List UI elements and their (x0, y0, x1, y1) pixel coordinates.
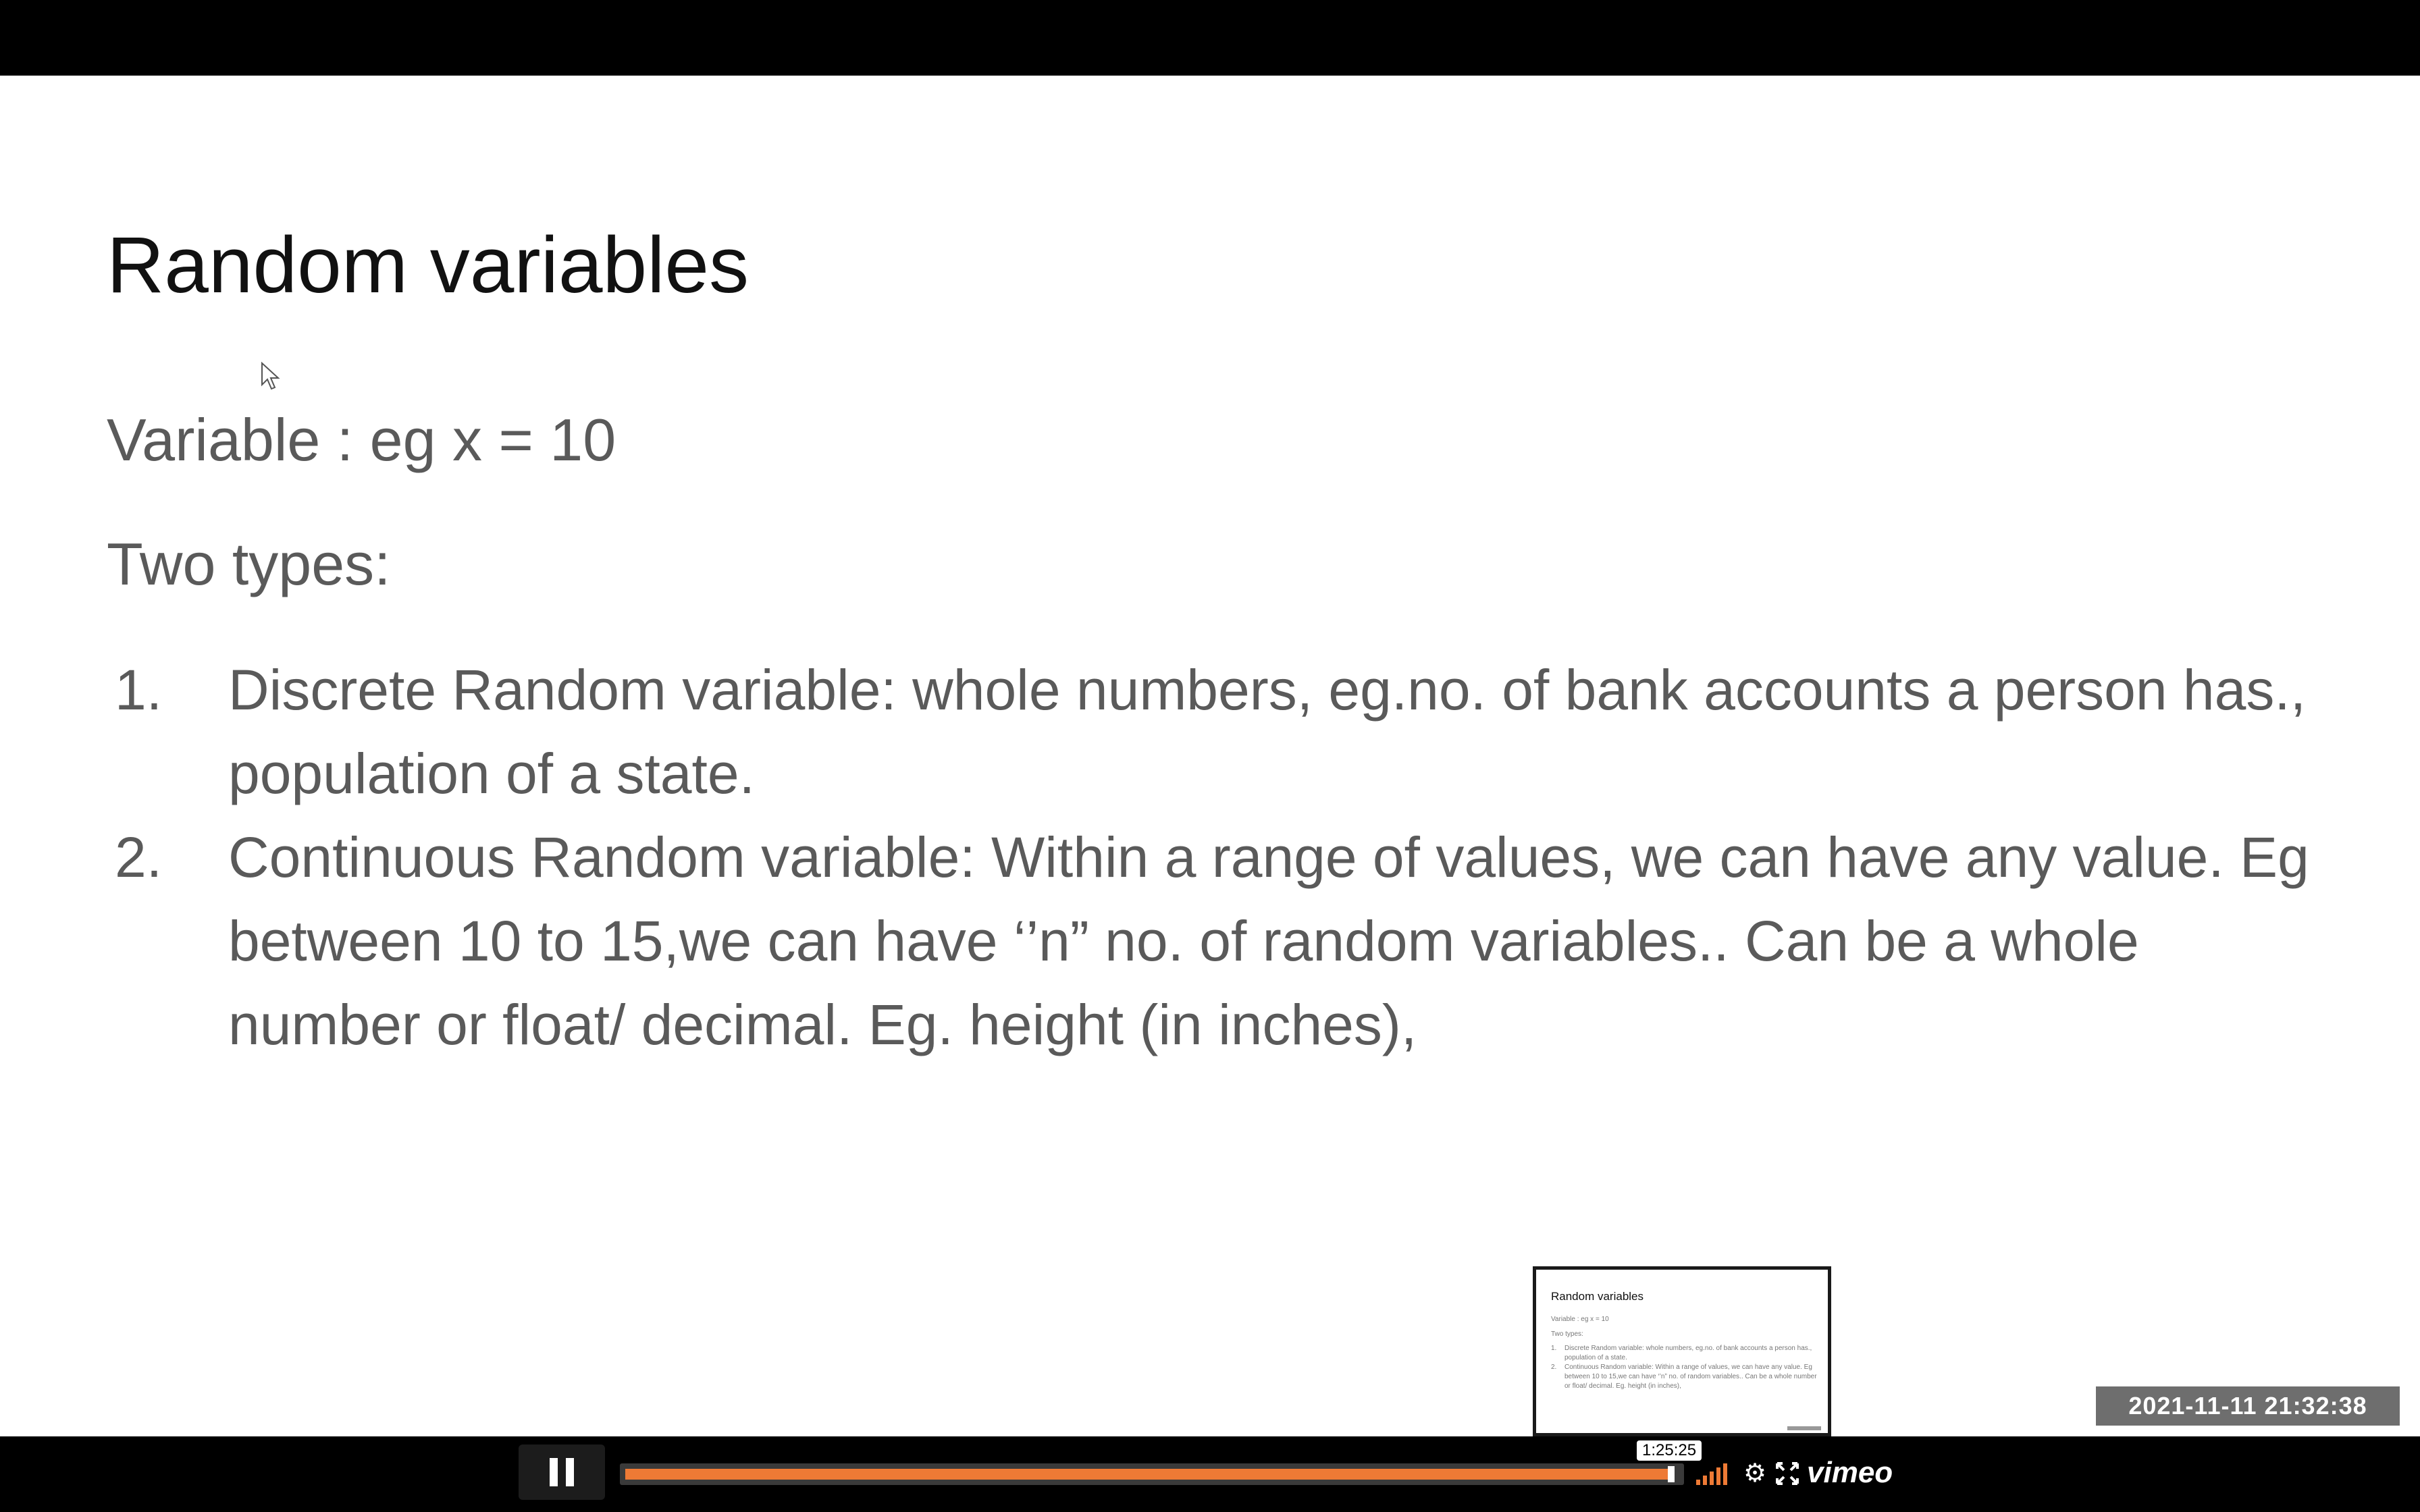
thumbnail-variable-line: Variable : eg x = 10 (1551, 1316, 1609, 1323)
gear-icon[interactable]: ⚙ (1742, 1461, 1768, 1486)
mouse-cursor-icon (261, 362, 280, 390)
thumbnail-list-item: 2. Continuous Random variable: Within a … (1551, 1363, 1821, 1391)
thumbnail-list-item: 1. Discrete Random variable: whole numbe… (1551, 1344, 1821, 1363)
slide-canvas: Random variables Variable : eg x = 10 Tw… (0, 76, 2420, 1436)
volume-icon[interactable] (1696, 1462, 1730, 1485)
thumbnail-list-text: Discrete Random variable: whole numbers,… (1564, 1345, 1812, 1361)
progress-fill (625, 1469, 1672, 1480)
fullscreen-icon[interactable] (1774, 1461, 1800, 1486)
vimeo-logo[interactable]: vimeo (1807, 1455, 1893, 1490)
types-list: 1. Discrete Random variable: whole numbe… (107, 648, 2335, 1066)
progress-handle[interactable] (1668, 1466, 1675, 1482)
recording-timestamp: 2021-11-11 21:32:38 (2096, 1386, 2400, 1426)
thumbnail-list-text: Continuous Random variable: Within a ran… (1564, 1364, 1817, 1390)
pause-button[interactable] (519, 1444, 605, 1500)
thumbnail-title: Random variables (1551, 1290, 1644, 1303)
seek-preview-thumbnail: Random variables Variable : eg x = 10 Tw… (1533, 1266, 1831, 1436)
thumbnail-bar (1787, 1426, 1821, 1430)
list-item: 1. Discrete Random variable: whole numbe… (107, 648, 2335, 815)
thumbnail-list-number: 2. (1551, 1364, 1557, 1371)
thumbnail-list: 1. Discrete Random variable: whole numbe… (1551, 1344, 1821, 1391)
list-text: Discrete Random variable: whole numbers,… (228, 658, 2307, 805)
variable-line: Variable : eg x = 10 (107, 406, 616, 473)
thumbnail-types-heading: Two types: (1551, 1330, 1583, 1338)
list-number: 1. (115, 658, 163, 722)
types-heading: Two types: (107, 531, 391, 597)
list-item: 2. Continuous Random variable: Within a … (107, 815, 2335, 1066)
thumbnail-list-number: 1. (1551, 1345, 1557, 1352)
hover-time-tooltip: 1:25:25 (1637, 1440, 1702, 1461)
slide-title: Random variables (107, 221, 749, 310)
pause-icon (550, 1458, 574, 1486)
list-number: 2. (115, 826, 163, 889)
list-text: Continuous Random variable: Within a ran… (228, 826, 2309, 1056)
top-letterbox (0, 0, 2420, 76)
progress-bar[interactable] (620, 1463, 1684, 1485)
